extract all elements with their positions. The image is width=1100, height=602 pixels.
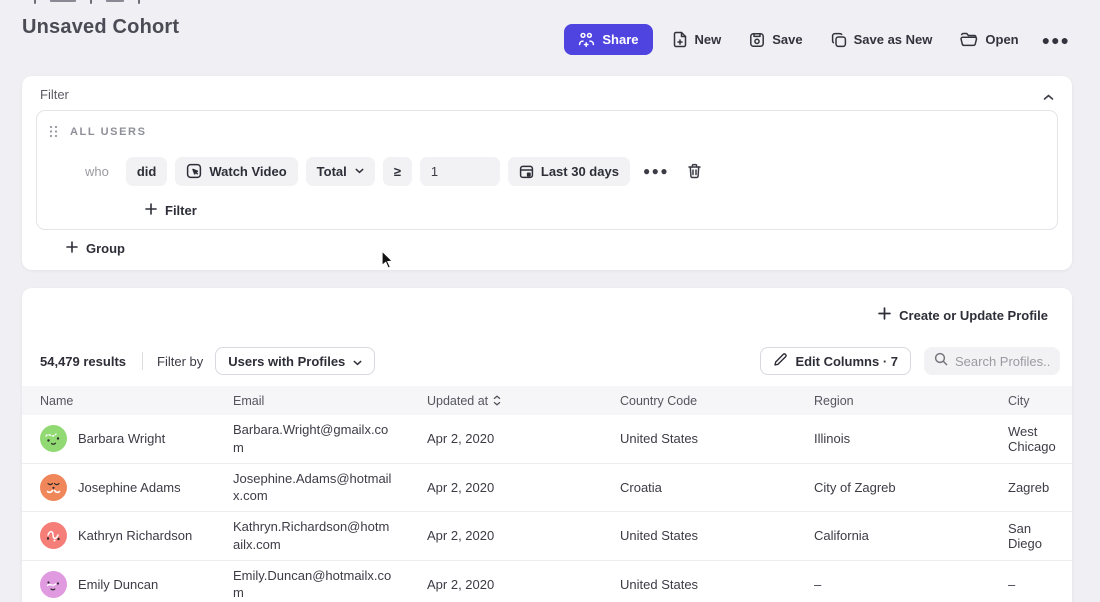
profiles-table: Name Email Updated at Country Code Regio… [22,386,1072,602]
profile-email: Emily.Duncan@hotmailx.com [215,561,409,602]
search-profiles-input[interactable] [955,354,1050,369]
profile-name: Kathryn Richardson [78,528,192,543]
profile-email: Kathryn.Richardson@hotmailx.com [215,512,409,559]
chevron-down-icon [355,168,364,174]
profile-country-code: Croatia [602,474,796,501]
save-as-new-button[interactable]: Save as New [822,25,942,55]
search-profiles-box[interactable] [924,347,1060,375]
avatar [40,474,67,501]
column-header-region[interactable]: Region [796,394,990,408]
table-row[interactable]: Josephine Adams Josephine.Adams@hotmailx… [22,464,1072,513]
profile-region: Illinois [796,425,990,452]
toolbar: Share New Save [564,24,1074,55]
profile-type-dropdown[interactable]: Users with Profiles [215,347,375,375]
trash-icon [687,163,702,179]
divider [142,352,143,370]
plus-icon [878,307,891,323]
share-button[interactable]: Share [564,24,652,55]
column-header-country-code[interactable]: Country Code [602,394,796,408]
chevron-up-icon [1043,89,1054,104]
column-header-updated-at[interactable]: Updated at [409,394,602,408]
profile-city: – [990,571,1072,598]
copy-icon [831,32,847,48]
condition-more-button[interactable]: ●●● [638,159,674,183]
profile-region: California [796,522,990,549]
calendar-icon [519,164,534,179]
filter-group-header: ALL USERS [49,125,147,138]
profile-updated-at: Apr 2, 2020 [409,522,602,549]
save-icon [749,32,765,48]
profile-city: West Chicago [990,418,1072,460]
add-filter-button[interactable]: Filter [137,197,205,224]
table-controls: 54,479 results Filter by Users with Prof… [40,346,1060,376]
plus-icon [66,241,78,256]
open-button[interactable]: Open [951,25,1027,54]
profile-email: Barbara.Wright@gmailx.com [215,415,409,462]
share-people-icon [578,32,595,47]
profile-city: San Diego [990,515,1072,557]
operator-selector[interactable]: ≥ [383,157,412,186]
profiles-panel: Create or Update Profile 54,479 results … [22,288,1072,602]
delete-condition-button[interactable] [682,158,707,184]
sort-icon [493,395,501,406]
search-icon [934,352,948,371]
profile-country-code: United States [602,425,796,452]
edit-columns-button[interactable]: Edit Columns · 7 [760,347,911,375]
profile-updated-at: Apr 2, 2020 [409,571,602,598]
filter-panel: Filter ALL USERS who did [22,76,1072,270]
profile-country-code: United States [602,571,796,598]
table-row[interactable]: Emily Duncan Emily.Duncan@hotmailx.com A… [22,561,1072,602]
avatar [40,522,67,549]
chevron-down-icon [353,354,362,369]
profile-city: Zagreb [990,474,1072,501]
new-file-icon [672,31,688,48]
profile-name: Josephine Adams [78,480,181,495]
table-row[interactable]: Kathryn Richardson Kathryn.Richardson@ho… [22,512,1072,561]
drag-handle-icon[interactable] [49,125,58,138]
profile-country-code: United States [602,522,796,549]
results-count: 54,479 results [40,354,126,369]
profile-name: Emily Duncan [78,577,158,592]
more-options-button[interactable]: ●●● [1038,26,1074,54]
filter-condition-row: who did Watch Video Total [85,153,1043,189]
page-title: Unsaved Cohort [22,16,179,39]
plus-icon [145,203,157,218]
create-or-update-profile-button[interactable]: Create or Update Profile [870,301,1056,329]
did-selector[interactable]: did [126,157,168,186]
aggregation-selector[interactable]: Total [306,157,375,186]
filter-panel-title: Filter [40,87,69,102]
profile-region: – [796,571,990,598]
table-row[interactable]: Barbara Wright Barbara.Wright@gmailx.com… [22,415,1072,464]
event-selector[interactable]: Watch Video [175,157,297,186]
collapse-filter-button[interactable] [1039,85,1058,108]
profile-email: Josephine.Adams@hotmailx.com [215,464,409,511]
column-header-city[interactable]: City [990,394,1072,408]
folder-icon [960,32,978,47]
save-button[interactable]: Save [740,25,811,55]
column-header-name[interactable]: Name [22,394,215,408]
pencil-icon [773,353,787,370]
cohort-builder-page: Unsaved Cohort Share New [0,0,1100,602]
filter-by-label: Filter by [157,354,203,369]
add-group-button[interactable]: Group [58,235,133,262]
avatar [40,425,67,452]
date-range-selector[interactable]: Last 30 days [508,157,630,186]
event-click-icon [186,163,202,179]
profile-updated-at: Apr 2, 2020 [409,425,602,452]
who-label: who [85,164,109,179]
table-header-row: Name Email Updated at Country Code Regio… [22,386,1072,415]
threshold-value-input[interactable]: 1 [420,157,500,186]
profile-name: Barbara Wright [78,431,165,446]
avatar [40,571,67,598]
profile-region: City of Zagreb [796,474,990,501]
new-button[interactable]: New [663,24,731,55]
column-header-email[interactable]: Email [215,394,409,408]
profile-updated-at: Apr 2, 2020 [409,474,602,501]
group-label: ALL USERS [70,126,147,138]
cropped-top-content [34,0,140,4]
filter-group: ALL USERS who did Watch Video [36,110,1058,230]
